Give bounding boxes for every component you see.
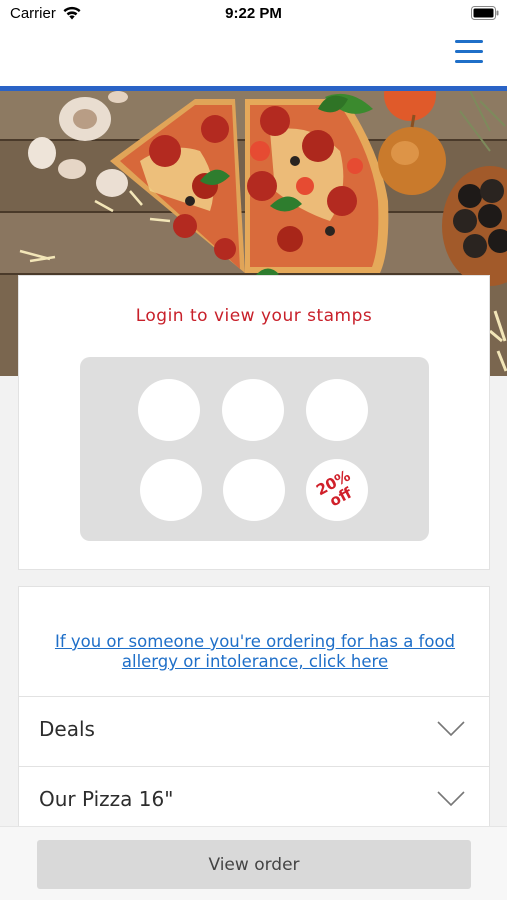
allergy-info-link[interactable]: If you or someone you're ordering for ha… (39, 632, 471, 672)
battery-icon (471, 6, 499, 20)
stamp-slot (222, 379, 284, 441)
stamp-slot (140, 459, 202, 521)
stamp-card-title[interactable]: Login to view your stamps (19, 306, 489, 326)
menu-card: If you or someone you're ordering for ha… (18, 586, 490, 846)
footer-bar: View order (0, 826, 507, 900)
status-time: 9:22 PM (225, 5, 282, 22)
chevron-down-icon (437, 791, 465, 807)
stamp-panel: 20% off (80, 357, 429, 541)
menu-section-label: Deals (39, 717, 95, 741)
stamp-slot (306, 379, 368, 441)
nav-bar (0, 28, 507, 86)
menu-section-label: Our Pizza 16" (39, 787, 174, 811)
chevron-down-icon (437, 721, 465, 737)
status-bar: Carrier 9:22 PM (0, 0, 507, 28)
stamp-reward-slot: 20% off (306, 459, 368, 521)
stamp-slot (223, 459, 285, 521)
hamburger-menu-icon[interactable] (455, 40, 483, 66)
menu-section-deals[interactable]: Deals (19, 696, 489, 766)
stamp-card: Login to view your stamps 20% off (18, 275, 490, 570)
view-order-button[interactable]: View order (37, 840, 471, 889)
stamp-slot (138, 379, 200, 441)
stamp-reward-text: 20% off (313, 466, 355, 511)
